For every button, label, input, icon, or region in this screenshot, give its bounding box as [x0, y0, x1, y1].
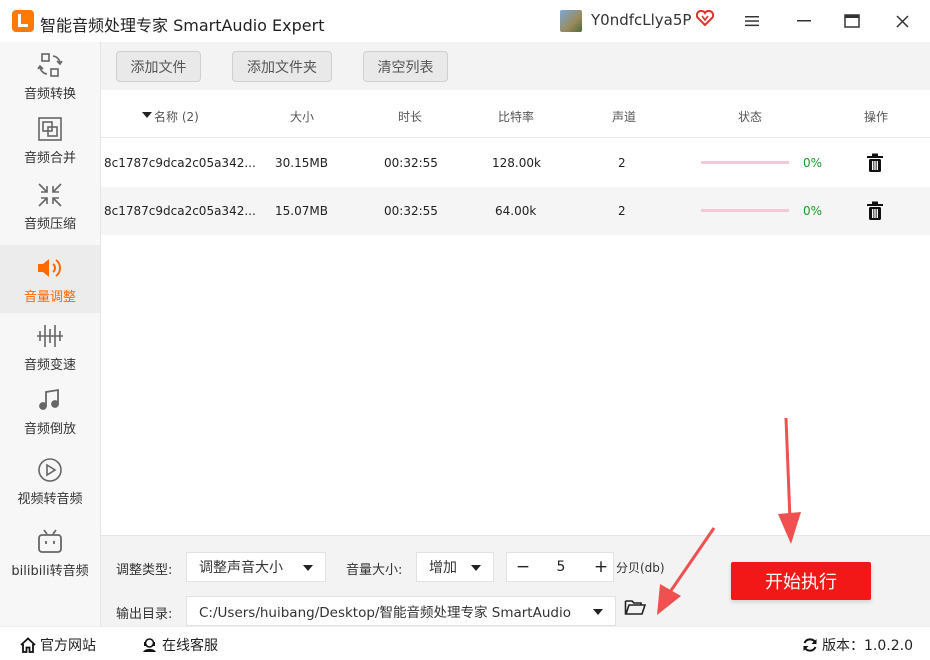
- bilibili-tv-icon: [36, 528, 64, 556]
- file-bitrate: 128.00k: [492, 156, 541, 170]
- sidebar-item-bilibili-to-audio[interactable]: bilibili转音频: [0, 519, 100, 587]
- table-row[interactable]: 8c1787c9dca2c05a342... 15.07MB 00:32:55 …: [101, 187, 930, 235]
- app-logo-icon: [12, 10, 34, 32]
- progress-percent: 0%: [803, 156, 823, 170]
- minimize-icon[interactable]: [791, 8, 817, 34]
- sidebar-item-volume-adjust[interactable]: 音量调整: [0, 245, 100, 313]
- vip-heart-icon[interactable]: [696, 10, 714, 26]
- file-bitrate: 64.00k: [495, 204, 537, 218]
- status-bar: 官方网站 在线客服 版本：1.0.2.0: [0, 626, 930, 660]
- file-duration: 00:32:55: [384, 204, 438, 218]
- speed-icon: [36, 322, 64, 350]
- output-dir-label: 输出目录:: [116, 607, 173, 622]
- volume-label: 音量大小:: [346, 563, 403, 578]
- sidebar-item-audio-reverse[interactable]: 音频倒放: [0, 377, 100, 445]
- file-size: 30.15MB: [275, 156, 328, 170]
- online-support-link[interactable]: 在线客服: [141, 635, 218, 655]
- official-website-label: 官方网站: [40, 638, 96, 654]
- menu-icon[interactable]: [739, 8, 765, 34]
- settings-panel: 调整类型: 调整声音大小 音量大小: 增加 5 − + 分贝(db) 输出目录:…: [101, 535, 930, 626]
- user-avatar[interactable]: [560, 10, 582, 32]
- chevron-down-icon: [593, 609, 603, 615]
- volume-mode-select[interactable]: 增加: [416, 552, 494, 582]
- sidebar-item-label: 音频变速: [23, 357, 76, 373]
- play-circle-icon: [36, 456, 64, 484]
- sidebar-item-label: 音频倒放: [23, 421, 76, 437]
- username[interactable]: Y0ndfcLlya5P: [591, 11, 691, 29]
- add-folder-button[interactable]: 添加文件夹: [232, 51, 332, 82]
- music-note-icon: [36, 386, 64, 414]
- sidebar: 音频转换 音频合并 音频压缩 音量调整 音频变速 音频倒放 视频转音频 bili…: [0, 42, 100, 626]
- progress-bar: [701, 209, 789, 212]
- compress-icon: [36, 181, 64, 209]
- output-dir-value: C:/Users/huibang/Desktop/智能音频处理专家 SmartA…: [199, 605, 571, 621]
- sidebar-item-video-to-audio[interactable]: 视频转音频: [0, 447, 100, 515]
- online-support-label: 在线客服: [162, 638, 218, 654]
- table-header: 名称 (2) 大小 时长 比特率 声道 状态 操作: [101, 90, 930, 138]
- start-button[interactable]: 开始执行: [731, 562, 871, 600]
- volume-stepper[interactable]: 5 − +: [506, 552, 614, 582]
- sort-desc-icon[interactable]: [142, 108, 152, 122]
- app-title: 智能音频处理专家 SmartAudio Expert: [40, 16, 325, 35]
- official-website-link[interactable]: 官方网站: [20, 635, 96, 655]
- file-duration: 00:32:55: [384, 156, 438, 170]
- file-size: 15.07MB: [275, 204, 328, 218]
- column-duration[interactable]: 时长: [398, 108, 422, 125]
- column-channels[interactable]: 声道: [612, 108, 636, 125]
- volume-icon: [36, 254, 64, 282]
- column-actions: 操作: [864, 110, 889, 124]
- sidebar-item-label: 音频转换: [23, 86, 76, 102]
- close-icon[interactable]: [889, 8, 915, 34]
- add-file-button[interactable]: 添加文件: [116, 51, 201, 82]
- unit-label: 分贝(db): [616, 561, 665, 575]
- home-icon: [20, 637, 36, 653]
- adjust-type-select[interactable]: 调整声音大小: [186, 552, 326, 582]
- chevron-down-icon: [303, 565, 313, 571]
- column-name[interactable]: 名称 (2): [154, 108, 199, 125]
- sidebar-item-audio-merge[interactable]: 音频合并: [0, 106, 100, 174]
- progress-percent: 0%: [803, 204, 823, 218]
- maximize-icon[interactable]: [839, 8, 865, 34]
- title-bar: 智能音频处理专家 SmartAudio Expert Y0ndfcLlya5P: [0, 0, 930, 42]
- output-dir-select[interactable]: C:/Users/huibang/Desktop/智能音频处理专家 SmartA…: [186, 596, 616, 626]
- sidebar-item-audio-convert[interactable]: 音频转换: [0, 42, 100, 110]
- delete-trash-icon[interactable]: [866, 201, 884, 221]
- convert-icon: [36, 51, 64, 79]
- column-bitrate[interactable]: 比特率: [498, 108, 534, 125]
- file-name: 8c1787c9dca2c05a342...: [104, 204, 256, 218]
- version-info[interactable]: 版本：1.0.2.0: [802, 635, 913, 655]
- sidebar-item-label: 音频合并: [23, 150, 76, 166]
- sidebar-item-audio-compress[interactable]: 音频压缩: [0, 172, 100, 240]
- version-label: 版本：1.0.2.0: [822, 638, 913, 654]
- clear-list-button[interactable]: 清空列表: [363, 51, 448, 82]
- file-channels: 2: [618, 204, 626, 218]
- column-size[interactable]: 大小: [290, 108, 314, 125]
- column-status: 状态: [738, 110, 763, 124]
- minus-icon[interactable]: −: [513, 557, 533, 577]
- sidebar-item-audio-speed[interactable]: 音频变速: [0, 313, 100, 381]
- support-headset-icon: [143, 638, 156, 652]
- file-name: 8c1787c9dca2c05a342...: [104, 156, 256, 170]
- app-window: 智能音频处理专家 SmartAudio Expert Y0ndfcLlya5P: [0, 0, 930, 660]
- sidebar-item-label: 音量调整: [23, 289, 76, 305]
- file-channels: 2: [618, 156, 626, 170]
- delete-trash-icon[interactable]: [866, 153, 884, 173]
- volume-mode-value: 增加: [429, 560, 457, 576]
- adjust-type-label: 调整类型:: [116, 563, 173, 578]
- sidebar-item-label: 音频压缩: [23, 216, 76, 232]
- chevron-down-icon: [471, 565, 481, 571]
- merge-icon: [36, 115, 64, 143]
- main-panel: 添加文件 添加文件夹 清空列表 名称 (2) 大小 时长 比特率 声道 状态 操…: [100, 42, 930, 626]
- adjust-type-value: 调整声音大小: [199, 560, 283, 576]
- toolbar: 添加文件 添加文件夹 清空列表: [101, 42, 930, 90]
- table-row[interactable]: 8c1787c9dca2c05a342... 30.15MB 00:32:55 …: [101, 139, 930, 187]
- sidebar-item-label: bilibili转音频: [11, 563, 89, 579]
- open-folder-icon[interactable]: [624, 598, 646, 616]
- sidebar-item-label: 视频转音频: [17, 491, 83, 507]
- refresh-icon: [803, 638, 817, 652]
- plus-icon[interactable]: +: [591, 557, 611, 577]
- progress-bar: [701, 161, 789, 164]
